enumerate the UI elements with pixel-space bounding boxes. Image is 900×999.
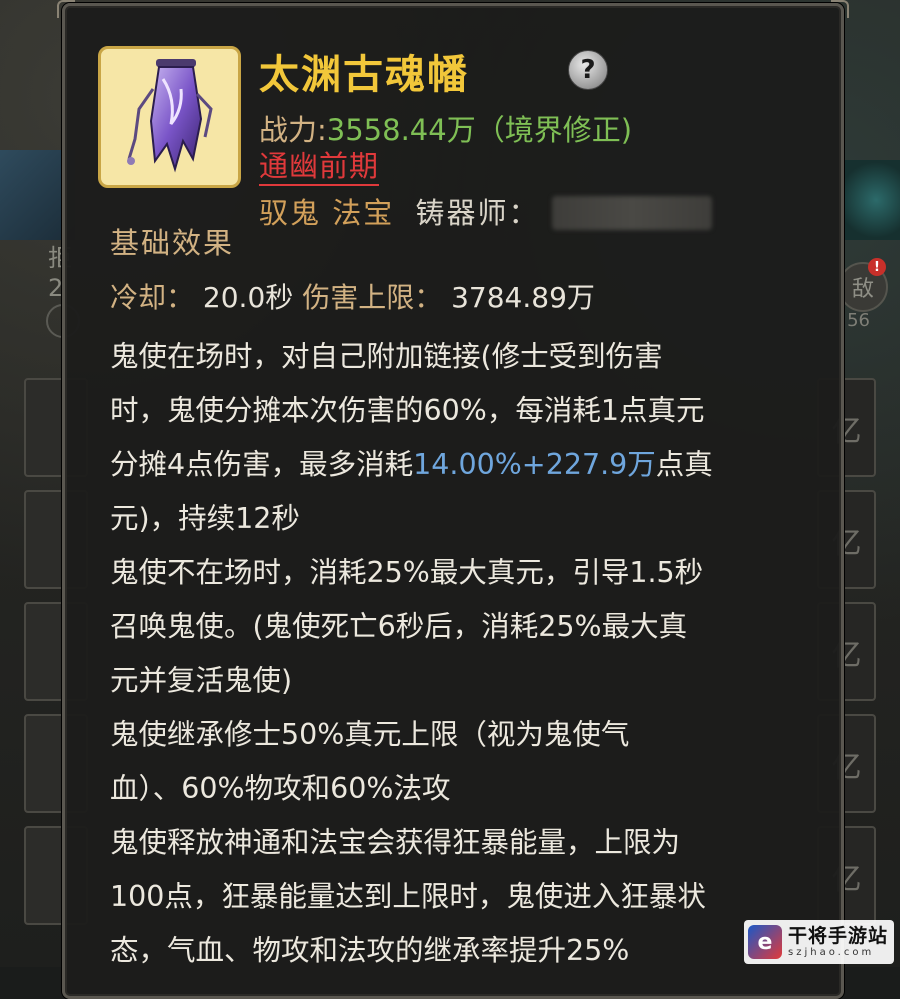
site-watermark: e 干将手游站 szjhao.com — [744, 920, 894, 964]
banner-icon — [127, 59, 213, 173]
realm-requirement: 通幽前期 — [259, 148, 380, 186]
item-name: 太渊古魂幡 — [259, 52, 469, 98]
section-title-basic-effects: 基础效果 — [110, 226, 235, 260]
notification-dot-icon: ! — [868, 258, 886, 276]
watermark-logo-icon: e — [748, 925, 782, 959]
effect-line: 时，鬼使分摊本次伤害的60%，每消耗1点真元 — [110, 394, 705, 427]
effect-line: 鬼使不在场时，消耗25%最大真元，引导1.5秒 — [110, 556, 704, 589]
effect-line: 元并复活鬼使) — [110, 664, 293, 697]
background-right-art — [840, 160, 900, 240]
item-icon — [98, 46, 241, 188]
effect-line: 血）、60%物攻和60%法攻 — [110, 772, 451, 805]
watermark-text: 干将手游站 szjhao.com — [788, 925, 888, 959]
effect-line: 元)，持续12秒 — [110, 502, 300, 535]
effect-line-text: 点真 — [655, 448, 713, 481]
cooldown-label: 冷却： — [110, 281, 195, 314]
effect-line: 鬼使继承修士50%真元上限（视为鬼使气 — [110, 718, 630, 751]
background-right-number: 56 — [847, 310, 870, 331]
smith-name-redacted — [552, 196, 712, 230]
watermark-name: 干将手游站 — [788, 925, 889, 947]
damage-cap-value: 3784.89万 — [451, 281, 595, 314]
cooldown-value: 20.0秒 — [202, 281, 294, 314]
effect-line-text: 分摊4点伤害，最多消耗 — [110, 448, 414, 481]
type-row: 驭鬼 法宝 铸器师： — [259, 190, 539, 232]
effect-highlight-value: 14.00%+227.9万 — [413, 448, 656, 481]
power-label: 战力: — [259, 113, 327, 147]
effect-line: 态，气血、物攻和法攻的继承率提升25% — [110, 934, 630, 967]
power-row: 战力:3558.44万（境界修正) — [259, 107, 632, 149]
effect-line: 100点，狂暴能量达到上限时，鬼使进入狂暴状 — [110, 880, 706, 913]
effect-line: 召唤鬼使。(鬼使死亡6秒后，消耗25%最大真 — [110, 610, 688, 643]
help-icon[interactable]: ? — [568, 50, 608, 90]
item-type-tags: 驭鬼 法宝 — [259, 196, 395, 230]
smith-label: 铸器师： — [415, 196, 540, 230]
effect-line: 鬼使在场时，对自己附加链接(修士受到伤害 — [110, 340, 663, 373]
panel-corner-ornament — [831, 0, 849, 18]
power-value: 3558.44万（境界修正) — [326, 113, 633, 147]
effect-line: 鬼使释放神通和法宝会获得狂暴能量，上限为 — [110, 826, 681, 859]
effect-description: 鬼使在场时，对自己附加链接(修士受到伤害 时，鬼使分摊本次伤害的60%，每消耗1… — [110, 330, 810, 978]
panel-corner-ornament — [57, 0, 75, 18]
stats-row: 冷却： 20.0秒 伤害上限： 3784.89万 — [110, 276, 595, 316]
damage-cap-label: 伤害上限： — [302, 281, 443, 314]
watermark-url: szjhao.com — [788, 947, 875, 958]
effect-line: 分摊4点伤害，最多消耗14.00%+227.9万点真 — [110, 438, 810, 492]
